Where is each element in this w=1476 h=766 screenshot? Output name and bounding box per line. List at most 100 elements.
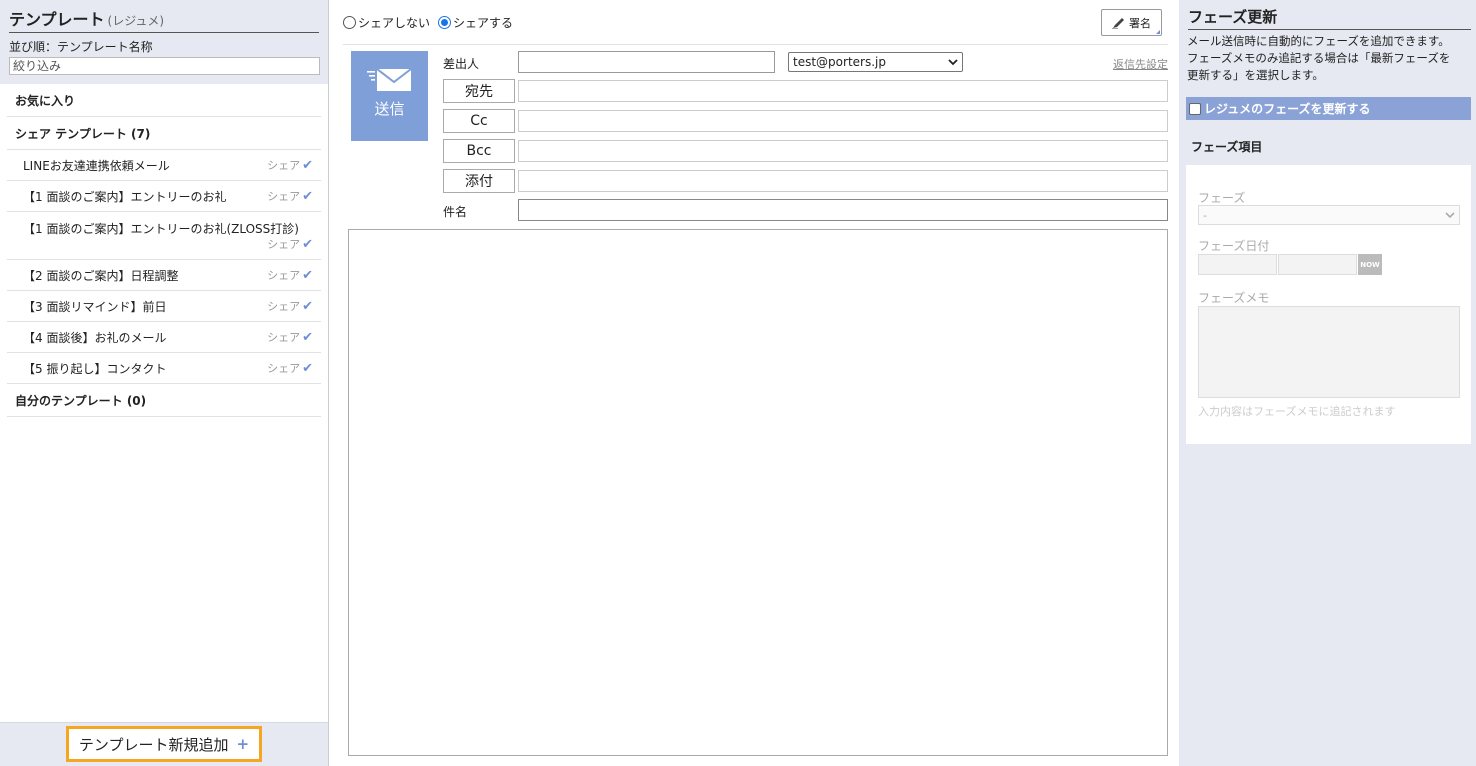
desc-line: 更新する」を選択します。 [1187,68,1324,82]
share-indicator: シェア ✔ [267,236,313,252]
template-item-after-interview[interactable]: 【4 面談後】お礼のメール シェア ✔ [7,322,321,353]
template-item-reminder[interactable]: 【3 面談リマインド】前日 シェア ✔ [7,291,321,322]
corner-mark [1156,30,1160,34]
phase-memo-textarea[interactable] [1198,306,1460,398]
desc-line: メール送信時に自動的にフェーズを追加できます。 [1187,34,1450,48]
radio-circle[interactable] [343,15,356,29]
phase-select[interactable]: - [1198,205,1460,225]
template-item-name: 【4 面談後】お礼のメール [23,330,167,345]
template-item-line[interactable]: LINEお友達連携依頼メール シェア ✔ [7,150,321,181]
phase-memo-note: 入力内容はフェーズメモに追記されます [1198,405,1396,418]
share-text: シェア [267,159,301,172]
radio-no-share-label: シェアしない [358,15,431,30]
share-text: シェア [267,269,301,282]
radio-share[interactable]: シェアする [438,14,513,31]
check-icon: ✔ [302,236,313,252]
to-button[interactable]: 宛先 [443,79,515,103]
template-title-text: テンプレート [9,10,105,29]
phase-date-label: フェーズ日付 [1198,239,1270,253]
phase-update-description: メール送信時に自動的にフェーズを追加できます。 フェーズメモのみ追記する場合は「… [1187,33,1471,84]
template-title-sub: (レジュメ) [107,14,165,28]
attach-input[interactable] [518,170,1168,192]
template-panel: テンプレート (レジュメ) 並び順：テンプレート名称 お気に入り シェア テンプ… [0,0,329,766]
template-panel-header: テンプレート (レジュメ) 並び順：テンプレート名称 [0,0,328,84]
share-text: シェア [267,190,301,203]
template-item-name: 【3 面談リマインド】前日 [23,299,167,314]
update-phase-checkbox[interactable] [1189,102,1201,115]
phase-time-input[interactable] [1278,254,1357,275]
check-icon: ✔ [302,298,313,314]
attach-button[interactable]: 添付 [443,169,515,193]
check-icon: ✔ [302,157,313,173]
pen-icon [1112,17,1124,29]
from-name-input[interactable] [518,51,775,73]
bcc-input[interactable] [518,140,1168,162]
template-panel-title: テンプレート (レジュメ) [9,6,319,33]
template-item-schedule[interactable]: 【2 面談のご案内】日程調整 シェア ✔ [7,260,321,291]
chevron-down-icon [1445,211,1455,218]
share-text: シェア [267,300,301,313]
signature-button[interactable]: 署名 [1101,9,1162,36]
template-panel-footer: テンプレート新規追加 + [0,722,328,766]
share-text: シェア [267,331,301,344]
bcc-button[interactable]: Bcc [443,139,515,163]
template-item-entry-thanks[interactable]: 【1 面談のご案内】エントリーのお礼 シェア ✔ [7,181,321,212]
phase-date-input[interactable] [1198,254,1277,275]
share-text: シェア [267,238,301,251]
from-label: 差出人 [443,57,480,71]
share-indicator: シェア ✔ [267,267,313,283]
share-indicator: シェア ✔ [267,188,313,204]
template-item-name: 【1 面談のご案内】エントリーのお礼(ZLOSS打診) [23,222,299,236]
desc-line: フェーズメモのみ追記する場合は「最新フェーズを [1187,51,1451,65]
phase-fields-box: フェーズ - フェーズ日付 NOW フェーズメモ 入力内容はフェーズメモに追記さ… [1186,165,1471,444]
check-icon: ✔ [302,360,313,376]
shared-templates-header[interactable]: シェア テンプレート (7) [7,117,321,150]
share-indicator: シェア ✔ [267,360,313,376]
from-email-value: test@porters.jp [793,55,886,69]
from-email-select[interactable]: test@porters.jp [788,52,963,72]
phase-update-title: フェーズ更新 [1188,6,1471,30]
radio-no-share[interactable]: シェアしない [343,14,430,31]
send-button[interactable]: 送信 [351,51,428,141]
check-icon: ✔ [302,267,313,283]
reply-to-link[interactable]: 返信先設定 [1113,56,1168,72]
envelope-icon [366,68,412,91]
phase-label: フェーズ [1198,191,1246,205]
favorites-header[interactable]: お気に入り [7,84,321,117]
cc-button[interactable]: Cc [443,109,515,133]
phase-items-label: フェーズ項目 [1191,140,1263,154]
to-input[interactable] [518,80,1168,102]
send-label: 送信 [374,100,405,118]
update-phase-checkbox-row[interactable]: レジュメのフェーズを更新する [1186,97,1471,120]
chevron-down-icon [948,58,958,65]
check-icon: ✔ [302,329,313,345]
phase-select-value: - [1203,208,1207,222]
template-list: お気に入り シェア テンプレート (7) LINEお友達連携依頼メール シェア ✔… [0,84,328,417]
own-templates-header[interactable]: 自分のテンプレート (0) [7,384,321,417]
template-item-name: 【5 振り起し】コンタクト [23,361,167,376]
mail-body-textarea[interactable] [348,229,1168,756]
mail-compose-panel: シェアしない シェアする 署名 送信 差出人 test@porters.jp 返… [333,0,1178,766]
share-indicator: シェア ✔ [267,157,313,173]
now-button[interactable]: NOW [1358,254,1382,275]
subject-input[interactable] [518,199,1168,221]
filter-input[interactable] [9,57,320,75]
template-item-contact[interactable]: 【5 振り起し】コンタクト シェア ✔ [7,353,321,384]
cc-input[interactable] [518,110,1168,132]
share-option-row: シェアしない シェアする 署名 [343,0,1168,45]
plus-icon: + [236,735,250,753]
update-phase-label: レジュメのフェーズを更新する [1204,102,1371,116]
template-item-entry-thanks-zloss[interactable]: 【1 面談のご案内】エントリーのお礼(ZLOSS打診) シェア ✔ [7,212,321,260]
sort-order-label[interactable]: 並び順：テンプレート名称 [9,38,319,55]
template-item-name: 【1 面談のご案内】エントリーのお礼 [23,189,227,204]
share-text: シェア [267,362,301,375]
phase-memo-label: フェーズメモ [1198,291,1270,305]
template-item-name: 【2 面談のご案内】日程調整 [23,268,179,283]
subject-label: 件名 [443,205,468,219]
add-template-button[interactable]: テンプレート新規追加 + [66,726,262,762]
template-item-name: LINEお友達連携依頼メール [23,158,170,173]
radio-circle-selected[interactable] [438,15,452,29]
share-indicator: シェア ✔ [267,329,313,345]
radio-share-label: シェアする [453,15,514,30]
share-indicator: シェア ✔ [267,298,313,314]
